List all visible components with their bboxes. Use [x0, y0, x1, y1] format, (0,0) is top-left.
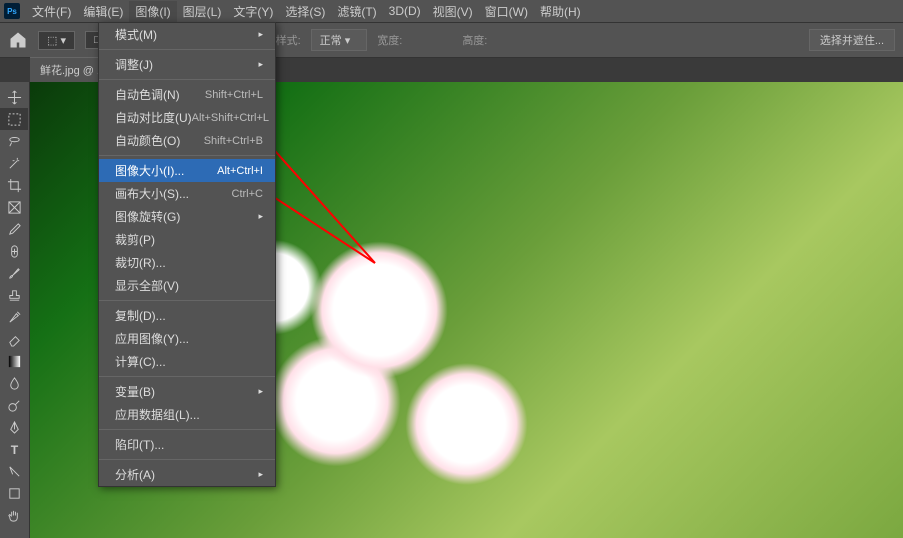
svg-text:T: T — [10, 443, 18, 457]
menu-select[interactable]: 选择(S) — [279, 1, 331, 22]
brush-tool[interactable] — [0, 262, 28, 284]
style-label: 样式: — [276, 32, 301, 48]
menu-type[interactable]: 文字(Y) — [227, 1, 279, 22]
image-menu-dropdown: 模式(M) 调整(J) 自动色调(N)Shift+Ctrl+L 自动对比度(U)… — [98, 22, 276, 487]
tool-preset[interactable]: ⬚ ▾ — [38, 31, 75, 50]
menu-file[interactable]: 文件(F) — [26, 1, 77, 22]
toolbar: T — [0, 82, 30, 538]
menu-duplicate[interactable]: 复制(D)... — [99, 304, 275, 327]
menu-filter[interactable]: 滤镜(T) — [331, 1, 382, 22]
menubar: Ps 文件(F) 编辑(E) 图像(I) 图层(L) 文字(Y) 选择(S) 滤… — [0, 0, 903, 22]
menu-image-size[interactable]: 图像大小(I)...Alt+Ctrl+I — [99, 159, 275, 182]
app-logo: Ps — [4, 3, 20, 19]
home-icon[interactable] — [8, 30, 28, 50]
menu-help[interactable]: 帮助(H) — [534, 1, 587, 22]
menu-apply-datasets[interactable]: 应用数据组(L)... — [99, 403, 275, 426]
menu-adjustments[interactable]: 调整(J) — [99, 53, 275, 76]
type-tool[interactable]: T — [0, 438, 28, 460]
wand-tool[interactable] — [0, 152, 28, 174]
history-brush-tool[interactable] — [0, 306, 28, 328]
eraser-tool[interactable] — [0, 328, 28, 350]
path-tool[interactable] — [0, 460, 28, 482]
width-label: 宽度: — [377, 32, 402, 48]
eyedropper-tool[interactable] — [0, 218, 28, 240]
select-and-mask-button[interactable]: 选择并遮住... — [809, 29, 895, 51]
menu-trim[interactable]: 裁切(R)... — [99, 251, 275, 274]
menu-layer[interactable]: 图层(L) — [177, 1, 228, 22]
menu-auto-tone[interactable]: 自动色调(N)Shift+Ctrl+L — [99, 83, 275, 106]
menu-window[interactable]: 窗口(W) — [479, 1, 534, 22]
marquee-tool[interactable] — [0, 108, 28, 130]
dodge-tool[interactable] — [0, 394, 28, 416]
menu-edit[interactable]: 编辑(E) — [77, 1, 129, 22]
menu-variables[interactable]: 变量(B) — [99, 380, 275, 403]
shape-tool[interactable] — [0, 482, 28, 504]
menu-auto-color[interactable]: 自动颜色(O)Shift+Ctrl+B — [99, 129, 275, 152]
menu-image[interactable]: 图像(I) — [129, 1, 176, 22]
menu-auto-contrast[interactable]: 自动对比度(U)Alt+Shift+Ctrl+L — [99, 106, 275, 129]
menu-canvas-size[interactable]: 画布大小(S)...Ctrl+C — [99, 182, 275, 205]
menu-reveal-all[interactable]: 显示全部(V) — [99, 274, 275, 297]
stamp-tool[interactable] — [0, 284, 28, 306]
lasso-tool[interactable] — [0, 130, 28, 152]
menu-trap[interactable]: 陷印(T)... — [99, 433, 275, 456]
pen-tool[interactable] — [0, 416, 28, 438]
menu-image-rotation[interactable]: 图像旋转(G) — [99, 205, 275, 228]
menu-crop[interactable]: 裁剪(P) — [99, 228, 275, 251]
blur-tool[interactable] — [0, 372, 28, 394]
menu-calculations[interactable]: 计算(C)... — [99, 350, 275, 373]
healing-tool[interactable] — [0, 240, 28, 262]
menu-analysis[interactable]: 分析(A) — [99, 463, 275, 486]
crop-tool[interactable] — [0, 174, 28, 196]
menu-apply-image[interactable]: 应用图像(Y)... — [99, 327, 275, 350]
menu-3d[interactable]: 3D(D) — [383, 2, 427, 20]
style-select[interactable]: 正常 ▾ — [311, 29, 368, 51]
gradient-tool[interactable] — [0, 350, 28, 372]
hand-tool[interactable] — [0, 504, 28, 526]
move-tool[interactable] — [0, 86, 28, 108]
menu-view[interactable]: 视图(V) — [427, 1, 479, 22]
frame-tool[interactable] — [0, 196, 28, 218]
menu-mode[interactable]: 模式(M) — [99, 23, 275, 46]
height-label: 高度: — [462, 32, 487, 48]
